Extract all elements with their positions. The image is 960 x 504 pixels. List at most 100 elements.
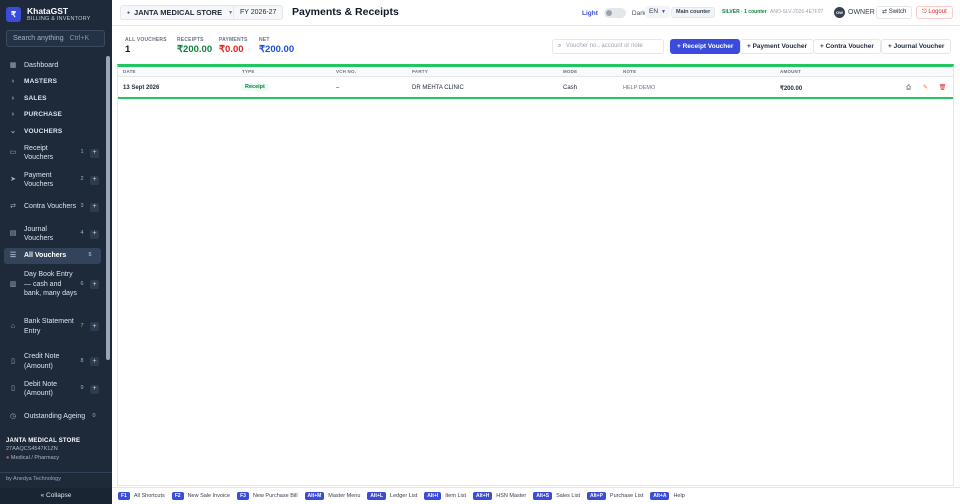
voucher-search-input[interactable]: ⌕ Voucher no., account or note bbox=[552, 39, 664, 54]
add-journal-voucher-icon[interactable]: + bbox=[90, 229, 99, 239]
language-selector[interactable]: EN ▼ bbox=[645, 6, 670, 18]
brand[interactable]: ₹ KhatаGST BILLING & INVENTORY bbox=[6, 6, 91, 23]
sidebar-item-label: All Vouchers bbox=[24, 251, 67, 259]
stat-payments: PAYMENTS ₹0.00 bbox=[219, 37, 248, 55]
row-mode: Cash bbox=[563, 85, 578, 91]
shortcut-master-menu[interactable]: Alt+M Master Menu bbox=[304, 492, 360, 500]
sidebar-item-payment-vouchers[interactable]: ➤ Payment Vouchers 2 + bbox=[0, 167, 105, 194]
column-party[interactable]: PARTY bbox=[412, 69, 428, 74]
sidebar-item-day-book[interactable]: ▥ Day Book Entry — cash and bank, many d… bbox=[0, 264, 105, 306]
avatar: OW bbox=[834, 7, 845, 18]
sidebar-item-contra-vouchers[interactable]: ⇄ Contra Vouchers 3 + bbox=[0, 194, 105, 221]
column-note[interactable]: NOTE bbox=[623, 69, 636, 74]
add-contra-voucher-button[interactable]: + Contra Voucher bbox=[813, 39, 881, 54]
counter-badge[interactable]: Main counter bbox=[671, 7, 716, 18]
sidebar-item-all-vouchers[interactable]: ☰ All Vouchers 5 bbox=[4, 247, 101, 264]
add-contra-voucher-icon[interactable]: + bbox=[90, 202, 99, 212]
sidebar-item-number: 2 bbox=[80, 176, 84, 183]
shortcut-help[interactable]: Alt+A Help bbox=[650, 492, 685, 500]
theme-dark-label[interactable]: Dark bbox=[632, 10, 646, 17]
shortcut-key: Alt+L bbox=[367, 492, 387, 500]
shortcut-key: Alt+I bbox=[424, 492, 442, 500]
shortcut-ledger-list[interactable]: Alt+L Ledger List bbox=[367, 492, 417, 500]
sidebar-item-debit-note[interactable]: ▯ Debit Note (Amount) 9 + bbox=[0, 376, 105, 403]
financial-year-selector[interactable]: FY 2026-27 bbox=[233, 5, 284, 20]
sidebar-item-receipt-vouchers[interactable]: ▭ Receipt Vouchers 1 + bbox=[0, 140, 105, 167]
organization-info: JANTA MEDICAL STORE 27AAQCS4547K1ZN ● Me… bbox=[6, 438, 80, 461]
row-type-badge: Receipt bbox=[241, 83, 269, 91]
shortcut-hsn-master[interactable]: Alt+H HSN Master bbox=[473, 492, 526, 500]
organization-type: ● Medical / Pharmacy bbox=[6, 455, 80, 461]
sidebar-item-outstanding-ageing[interactable]: ◷ Outstanding Ageing 0 bbox=[0, 403, 105, 431]
add-bank-statement-icon[interactable]: + bbox=[90, 322, 99, 331]
sidebar-section-label: SALES bbox=[24, 94, 47, 102]
sidebar-item-label: Outstanding Ageing bbox=[24, 412, 86, 420]
sidebar-item-bank-statement[interactable]: ⌂ Bank Statement Entry 7 + bbox=[0, 306, 105, 348]
add-day-book-icon[interactable]: + bbox=[90, 280, 99, 289]
toggle-knob bbox=[605, 10, 612, 16]
language-value: EN bbox=[649, 8, 659, 15]
sidebar-item-dashboard[interactable]: ▦ Dashboard bbox=[0, 57, 105, 74]
shortcut-new-purchase[interactable]: F3 New Purchase Bill bbox=[237, 492, 298, 500]
collapse-sidebar-button[interactable]: « Collapse bbox=[0, 488, 112, 504]
sidebar-item-number: 7 bbox=[80, 322, 84, 329]
logout-button[interactable]: ⎋ Logout bbox=[916, 6, 953, 19]
sidebar-nav: ▦ Dashboard › MASTERS › SALES › PURCHASE… bbox=[0, 56, 105, 433]
stat-value: ₹200.00 bbox=[177, 44, 213, 55]
shortcut-label: All Shortcuts bbox=[133, 493, 165, 499]
stat-label: ALL VOUCHERS bbox=[125, 37, 167, 43]
theme-toggle[interactable] bbox=[603, 8, 626, 18]
row-note: HELP DEMO bbox=[623, 85, 656, 91]
sidebar-scrollbar[interactable] bbox=[106, 56, 110, 360]
chevron-down-icon: ⌄ bbox=[9, 128, 17, 136]
store-selector[interactable]: ● JANTA MEDICAL STORE ▼ bbox=[120, 5, 241, 20]
add-payment-voucher-button[interactable]: + Payment Voucher bbox=[740, 39, 815, 54]
shortcut-item-list[interactable]: Alt+I Item List bbox=[424, 492, 466, 500]
shortcut-new-sale[interactable]: F2 New Sale Invoice bbox=[171, 492, 230, 500]
add-debit-note-icon[interactable]: + bbox=[90, 384, 99, 394]
shortcut-label: HSN Master bbox=[496, 493, 527, 499]
edit-icon[interactable]: ✎ bbox=[921, 84, 930, 93]
sidebar-item-label: Day Book Entry — cash and bank, many day… bbox=[24, 271, 77, 298]
sidebar-item-journal-vouchers[interactable]: ▤ Journal Vouchers 4 + bbox=[0, 221, 105, 248]
theme-light-label[interactable]: Light bbox=[582, 10, 598, 17]
add-credit-note-icon[interactable]: + bbox=[90, 357, 99, 366]
shortcut-sales-list[interactable]: Alt+S Sales List bbox=[533, 492, 580, 500]
add-receipt-voucher-button[interactable]: + Receipt Voucher bbox=[670, 39, 741, 54]
organization-gstin: 27AAQCS4547K1ZN bbox=[6, 446, 58, 452]
shortcut-key: Alt+A bbox=[650, 492, 670, 500]
sidebar-item-label: Dashboard bbox=[24, 61, 59, 69]
sidebar-section-sales[interactable]: › SALES bbox=[0, 90, 105, 107]
column-date[interactable]: DATE bbox=[123, 69, 136, 74]
switch-button[interactable]: ⇄ Switch bbox=[876, 6, 913, 19]
shortcut-all[interactable]: F1 All Shortcuts bbox=[118, 492, 165, 500]
document-icon: ▯ bbox=[11, 357, 15, 365]
user-role: OWNER bbox=[848, 9, 875, 16]
sidebar-search-shortcut: Ctrl+K bbox=[69, 35, 90, 42]
sidebar-item-number: 9 bbox=[80, 385, 84, 392]
sidebar-section-vouchers[interactable]: ⌄ VOUCHERS bbox=[0, 123, 105, 140]
sidebar-search-input[interactable]: Search anything Ctrl+K bbox=[6, 30, 105, 47]
column-voucher-number[interactable]: VCH NO. bbox=[336, 69, 356, 74]
voucher-search-placeholder: Voucher no., account or note bbox=[566, 43, 643, 49]
column-type[interactable]: TYPE bbox=[242, 69, 255, 74]
delete-icon[interactable]: 🗑 bbox=[938, 84, 947, 93]
shortcut-key: Alt+S bbox=[533, 492, 553, 500]
sidebar-section-masters[interactable]: › MASTERS bbox=[0, 74, 105, 91]
add-payment-voucher-icon[interactable]: + bbox=[90, 175, 99, 185]
send-icon: ➤ bbox=[10, 176, 16, 184]
print-icon[interactable]: ⎙ bbox=[904, 84, 913, 93]
shortcut-purchase-list[interactable]: Alt+P Purchase List bbox=[586, 492, 643, 500]
sidebar-section-purchase[interactable]: › PURCHASE bbox=[0, 107, 105, 124]
brand-subtitle: BILLING & INVENTORY bbox=[27, 16, 91, 22]
add-journal-voucher-button[interactable]: + Journal Voucher bbox=[881, 39, 952, 54]
add-receipt-voucher-icon[interactable]: + bbox=[90, 148, 99, 158]
sidebar-item-credit-note[interactable]: ▯ Credit Note (Amount) 8 + bbox=[0, 348, 105, 376]
stat-label: PAYMENTS bbox=[219, 37, 248, 43]
shortcut-key: Alt+M bbox=[304, 492, 325, 500]
list-icon: ☰ bbox=[9, 251, 17, 259]
column-amount[interactable]: AMOUNT bbox=[780, 69, 801, 74]
column-mode[interactable]: MODE bbox=[563, 69, 577, 74]
user-menu[interactable]: OW OWNER bbox=[834, 7, 875, 18]
table-row[interactable]: 13 Sept 2026 Receipt – DR MEHTA CLINIC C… bbox=[118, 78, 953, 99]
